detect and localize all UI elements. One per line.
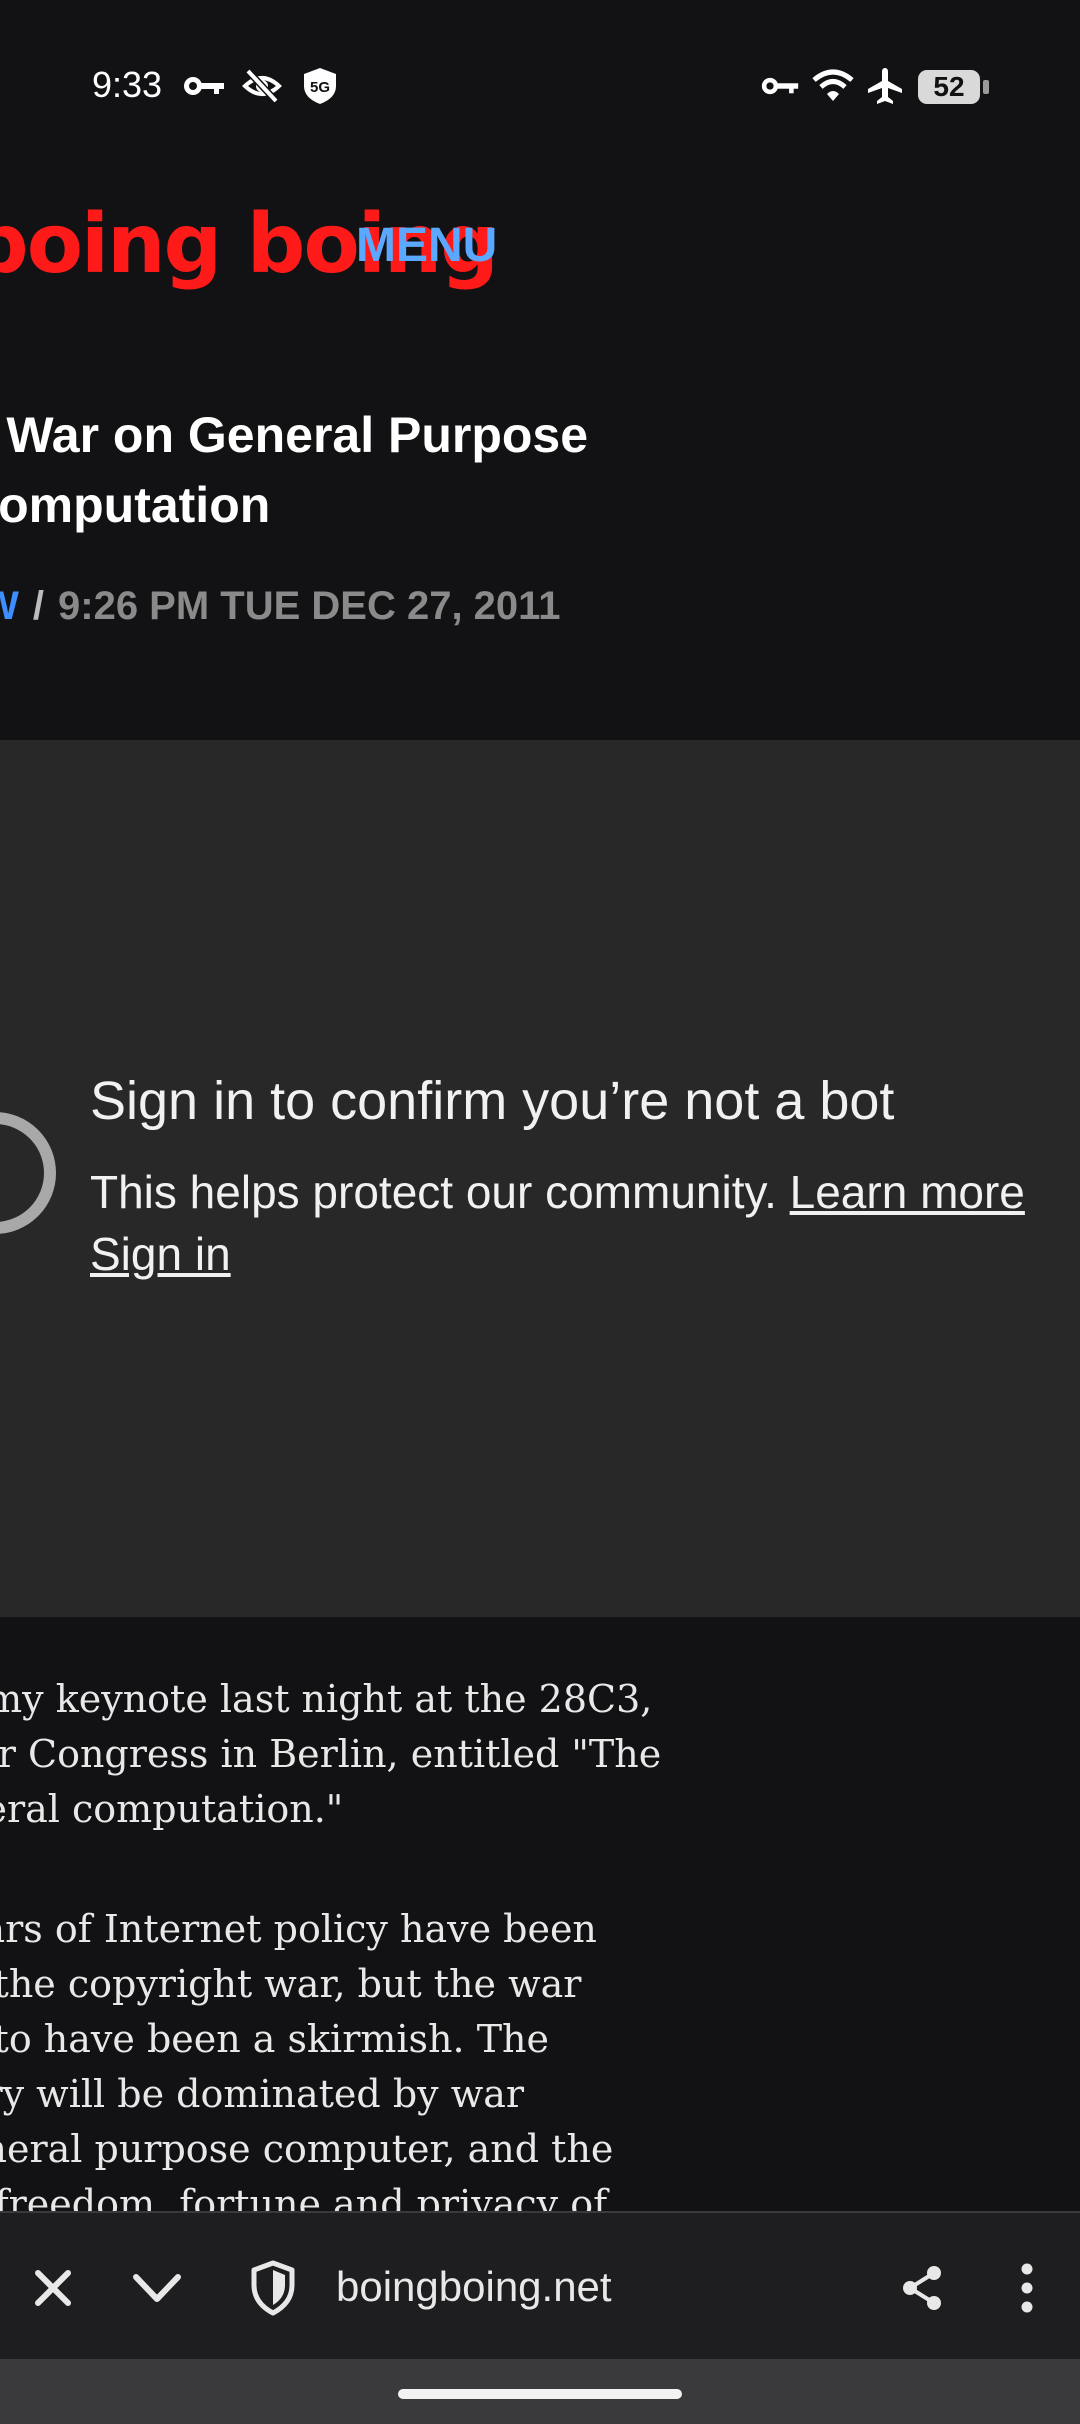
embed-subtitle: This helps protect our community. Learn …: [90, 1160, 1025, 1224]
menu-link[interactable]: MENU: [356, 211, 497, 281]
paragraph-line: e freedom, fortune and privacy of: [0, 2182, 608, 2211]
article-title: g War on General Purpose Computation: [0, 400, 662, 540]
paragraph-line: ter Congress in Berlin, entitled "The: [0, 1732, 662, 1776]
paragraph-line: f my keynote last night at the 28C3,: [0, 1677, 653, 1721]
sign-in-link[interactable]: Sign in: [90, 1222, 231, 1286]
chevron-down-icon[interactable]: [122, 2253, 192, 2323]
paragraph-line: neral computation.": [0, 1787, 344, 1831]
article-byline: OW / 9:26 PM TUE DEC 27, 2011: [0, 578, 560, 634]
author-link[interactable]: OW: [0, 584, 19, 628]
learn-more-link[interactable]: Learn more: [790, 1166, 1025, 1218]
vpn-key-icon: [184, 77, 224, 95]
article-body: f my keynote last night at the 28C3, ter…: [0, 1617, 1080, 2211]
shield-icon[interactable]: [238, 2253, 308, 2323]
url-display[interactable]: boingboing.net: [336, 2259, 612, 2315]
5g-shield-icon: 5G: [304, 68, 336, 104]
browser-toolbar: boingboing.net: [0, 2211, 1080, 2361]
embed-subtitle-text: This helps protect our community.: [90, 1166, 777, 1218]
svg-text:5G: 5G: [310, 79, 330, 96]
battery-level: 52: [933, 71, 965, 102]
airplane-icon: [868, 68, 902, 104]
status-time: 9:33: [92, 64, 163, 105]
paragraph: f my keynote last night at the 28C3, ter…: [0, 1672, 662, 1837]
status-bar: 9:33 5G 52: [0, 0, 1080, 175]
wifi-icon: [812, 69, 854, 101]
site-header: boing boing MENU g War on General Purpos…: [0, 175, 1080, 740]
system-nav-bar: [0, 2359, 1080, 2424]
paragraph-line: ury will be dominated by war: [0, 2072, 525, 2116]
share-icon[interactable]: [888, 2253, 958, 2323]
vpn-key-icon: [761, 77, 799, 95]
paragraph-line: y to have been a skirmish. The: [0, 2017, 549, 2061]
article-date: 9:26 PM TUE DEC 27, 2011: [58, 584, 561, 628]
home-gesture-handle[interactable]: [398, 2389, 682, 2399]
eye-off-icon: [242, 68, 282, 104]
article-title-line: g War on General Purpose: [0, 407, 589, 463]
embed-title: Sign in to confirm you’re not a bot: [90, 1071, 895, 1131]
paragraph-line: y the copyright war, but the war: [0, 1962, 582, 2006]
battery-tip: [983, 80, 989, 94]
more-vert-icon[interactable]: [992, 2253, 1062, 2323]
browser-page: 9:33 5G 52 boing boing MENU g War on Gen…: [0, 0, 1080, 2424]
paragraph: ears of Internet policy have been y the …: [0, 1902, 660, 2211]
article-title-line: Computation: [0, 477, 271, 533]
alert-circle-icon: [0, 1112, 56, 1234]
paragraph-line: ears of Internet policy have been: [0, 1907, 597, 1951]
byline-separator: /: [32, 584, 44, 628]
paragraph-line: eneral purpose computer, and the: [0, 2127, 614, 2171]
close-icon[interactable]: [18, 2253, 88, 2323]
